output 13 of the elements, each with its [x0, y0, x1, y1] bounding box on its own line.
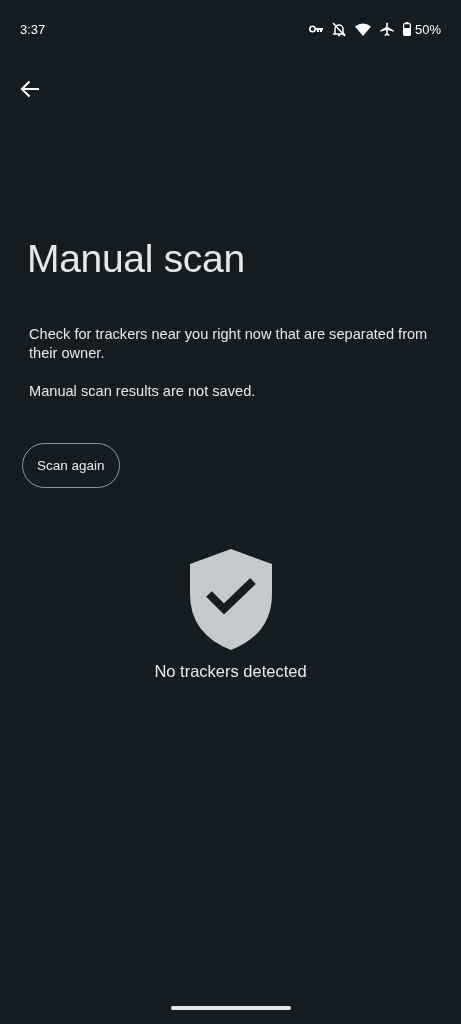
key-icon [308, 25, 323, 33]
back-arrow-icon [20, 80, 40, 98]
description-text: Check for trackers near you right now that are separated from their owner. [29, 325, 429, 363]
wifi-icon [354, 22, 371, 36]
airplane-icon [379, 22, 394, 36]
no-trackers-message: No trackers detected [154, 662, 307, 681]
battery-icon [402, 22, 411, 36]
shield-check-icon [189, 549, 272, 650]
description-text: Manual scan results are not saved. [29, 382, 257, 401]
muted-bell-icon [331, 21, 346, 37]
page-title: Manual scan [27, 236, 245, 282]
status-time: 3:37 [20, 21, 46, 37]
battery-percent: 50% [414, 21, 441, 37]
